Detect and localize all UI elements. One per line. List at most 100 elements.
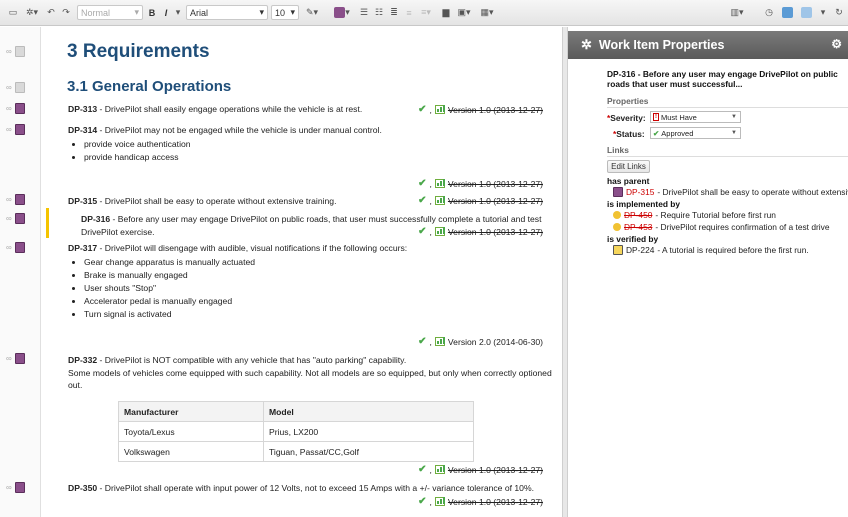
view-menu-icon[interactable]: ▾ (818, 5, 828, 20)
gutter-marker[interactable]: ∞ (6, 103, 25, 114)
task-icon (613, 223, 621, 231)
requirement-id[interactable]: DP-314 (68, 125, 97, 135)
settings-icon[interactable]: ⚙ (831, 37, 842, 51)
requirement-id[interactable]: DP-317 (68, 243, 97, 253)
gutter-marker[interactable]: ∞ (6, 213, 25, 224)
table-cell: Toyota/Lexus (118, 421, 264, 442)
italic-button[interactable]: I (160, 5, 172, 20)
requirement-id[interactable]: DP-315 (68, 196, 97, 206)
document-body[interactable]: 3 Requirements 3.1 General Operations DP… (50, 27, 560, 517)
severity-select[interactable]: ! Must Have ▼ (650, 111, 741, 123)
link-id[interactable]: DP-453 (624, 222, 652, 232)
requirement-dp-317[interactable]: DP-317 - DrivePilot will disengage with … (68, 242, 548, 321)
link-icon: ∞ (6, 214, 12, 223)
link-icon: ∞ (6, 354, 12, 363)
manufacturer-model-table: Manufacturer Model Toyota/Lexus Prius, L… (118, 401, 474, 462)
requirement-dp-314[interactable]: DP-314 - DrivePilot may not be engaged w… (68, 124, 548, 164)
table-icon[interactable]: ▦▾ (478, 5, 496, 20)
outdent-icon[interactable]: ≡ (403, 5, 415, 20)
font-size-select[interactable]: 10 ▾ (271, 5, 299, 20)
work-item-icon (14, 242, 25, 253)
test-case-icon (613, 245, 623, 255)
version-badge[interactable]: ✔, Version 1.0 (2013-12-27) (418, 104, 543, 115)
version-label: Version 1.0 (2013-12-27) (447, 178, 543, 189)
font-select-value: Arial (190, 7, 209, 18)
gutter-marker[interactable]: ∞ (6, 82, 25, 93)
work-item-icon (14, 482, 25, 493)
version-badge[interactable]: ✔, Version 2.0 (2014-06-30) (418, 336, 543, 347)
bold-button[interactable]: B (146, 5, 158, 20)
requirement-id[interactable]: DP-332 (68, 355, 97, 365)
requirement-id[interactable]: DP-313 (68, 104, 97, 114)
panel-layout-icon[interactable]: ▥▾ (728, 5, 746, 20)
requirement-id[interactable]: DP-350 (68, 483, 97, 493)
numbered-list-icon[interactable]: ☰ (358, 5, 370, 20)
link-icon: ∞ (6, 125, 12, 134)
undo-icon[interactable]: ↶ (45, 5, 57, 20)
refresh-icon[interactable]: ↻ (833, 5, 845, 20)
version-badge[interactable]: ✔, Version 1.0 (2013-12-27) (418, 496, 543, 507)
font-size-value: 10 (275, 7, 286, 18)
link-id[interactable]: DP-224 (626, 245, 654, 255)
gutter-marker[interactable]: ∞ (6, 242, 25, 253)
table-header-row: Manufacturer Model (118, 401, 474, 422)
indent-icon[interactable]: ≣ (388, 5, 400, 20)
status-select[interactable]: ✔ Approved ▼ (650, 127, 741, 139)
version-badge[interactable]: ✔, Version 1.0 (2013-12-27) (418, 464, 543, 475)
redo-icon[interactable]: ↷ (60, 5, 72, 20)
table-row: Toyota/Lexus Prius, LX200 (118, 421, 474, 442)
requirement-extra-text: Some models of vehicles come equipped wi… (68, 367, 552, 391)
outline-icon[interactable] (798, 5, 814, 20)
properties-toggle-icon[interactable] (780, 5, 794, 20)
edit-links-button[interactable]: Edit Links (607, 160, 650, 173)
work-item-title: DP-316 - Before any user may engage Driv… (607, 69, 838, 89)
font-select[interactable]: Arial ▾ (186, 5, 268, 20)
version-badge[interactable]: ✔, Version 1.0 (2013-12-27) (418, 226, 543, 237)
requirement-text: - DrivePilot will disengage with audible… (97, 243, 408, 253)
work-item-icon (14, 46, 25, 57)
is-implemented-by-label: is implemented by (607, 199, 681, 209)
document-gutter: ∞ ∞ ∞ ∞ ∞ ∞ ∞ ∞ ∞ (0, 27, 41, 517)
link-icon: ∞ (6, 483, 12, 492)
panel-title: Work Item Properties (598, 38, 725, 52)
work-item-icon[interactable]: ▾ (332, 5, 352, 20)
version-badge[interactable]: ✔, Version 1.0 (2013-12-27) (418, 195, 543, 206)
version-badge[interactable]: ✔, Version 1.0 (2013-12-27) (418, 178, 543, 189)
requirement-id[interactable]: DP-316 (81, 214, 110, 224)
requirement-dp-350[interactable]: DP-350 - DrivePilot shall operate with i… (68, 482, 553, 495)
list-item: User shouts "Stop" (84, 282, 548, 295)
link-id[interactable]: DP-315 (626, 187, 654, 197)
comment-icon[interactable]: ▆ (440, 5, 452, 20)
image-icon[interactable]: ▣▾ (456, 5, 472, 20)
verified-link[interactable]: DP-224 - A tutorial is required before t… (613, 245, 809, 255)
gutter-marker[interactable]: ∞ (6, 124, 25, 135)
table-header: Model (263, 401, 474, 422)
settings-menu-icon[interactable]: ✲▾ (23, 5, 41, 20)
link-id[interactable]: DP-450 (624, 210, 652, 220)
link-icon: ∞ (6, 195, 12, 204)
requirement-text: - DrivePilot may not be engaged while th… (97, 125, 382, 135)
list-item: Brake is manually engaged (84, 269, 548, 282)
format-more-icon[interactable]: ▾ (174, 5, 182, 20)
history-icon[interactable]: ◷ (763, 5, 775, 20)
list-item: Turn signal is activated (84, 308, 548, 321)
parent-link[interactable]: DP-315 - DrivePilot shall be easy to ope… (613, 187, 848, 197)
highlight-color-icon[interactable]: ✎▾ (302, 5, 322, 20)
gutter-marker[interactable]: ∞ (6, 353, 25, 364)
align-icon[interactable]: ≡▾ (418, 5, 434, 20)
bullet-list-icon[interactable]: ☷ (373, 5, 385, 20)
gutter-marker[interactable]: ∞ (6, 482, 25, 493)
style-select[interactable]: Normal ▾ (77, 5, 143, 20)
heading-1: 3 Requirements (67, 41, 210, 62)
implemented-link[interactable]: DP-453 - DrivePilot requires confirmatio… (613, 222, 830, 232)
save-icon[interactable]: ▭ (6, 5, 20, 20)
implemented-link[interactable]: DP-450 - Require Tutorial before first r… (613, 210, 776, 220)
check-icon: ✔ (418, 195, 427, 206)
version-label: Version 1.0 (2013-12-27) (447, 226, 543, 237)
gutter-marker[interactable]: ∞ (6, 46, 25, 57)
list-item: provide handicap access (84, 151, 548, 164)
work-item-icon (14, 213, 25, 224)
gutter-marker[interactable]: ∞ (6, 194, 25, 205)
requirement-text: - DrivePilot shall be easy to operate wi… (97, 196, 337, 206)
requirement-dp-332[interactable]: DP-332 - DrivePilot is NOT compatible wi… (68, 354, 553, 392)
